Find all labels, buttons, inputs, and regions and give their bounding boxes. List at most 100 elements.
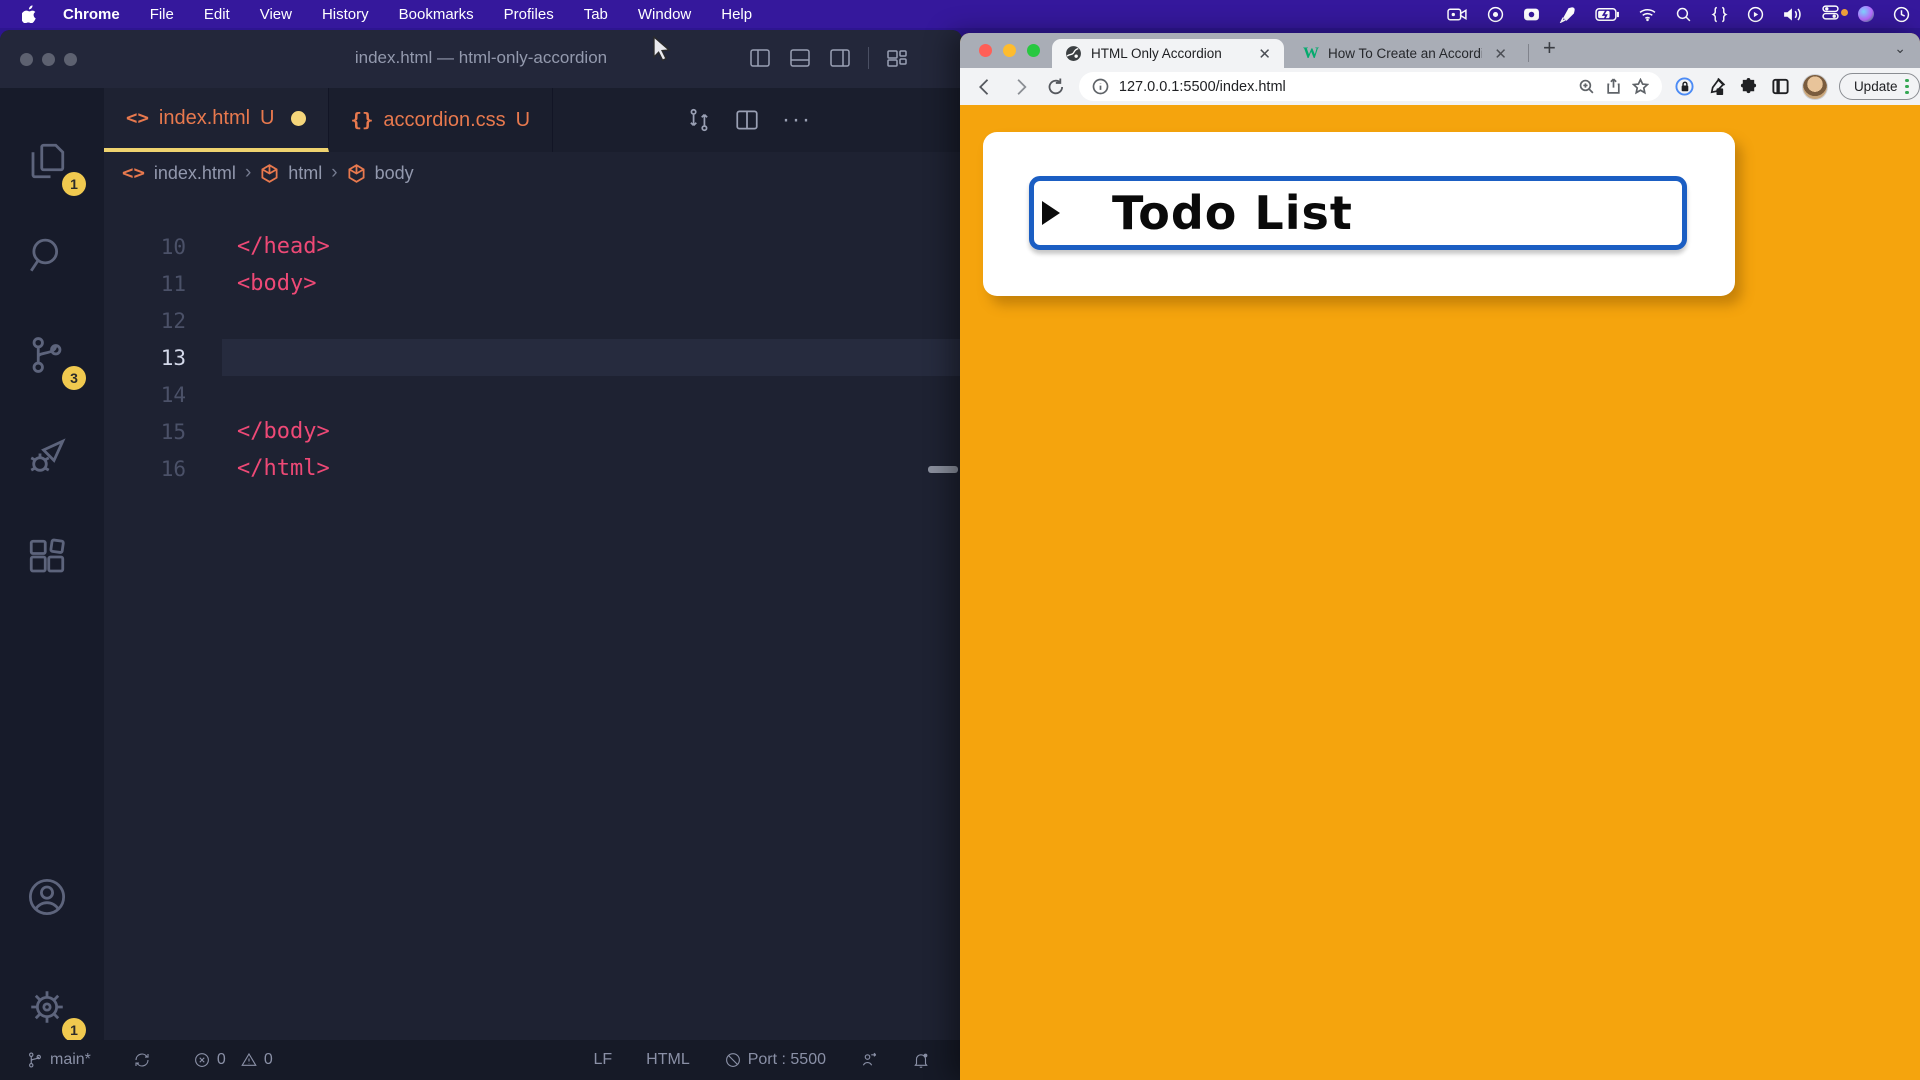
menu-view[interactable]: View [260, 6, 292, 23]
macos-menubar: Chrome File Edit View History Bookmarks … [0, 0, 1920, 28]
address-bar[interactable]: 127.0.0.1:5500/index.html [1079, 72, 1662, 101]
code-line[interactable]: 14 [104, 376, 962, 413]
eol-indicator[interactable]: LF [593, 1051, 612, 1069]
rocket-icon[interactable] [1559, 6, 1576, 23]
editor-sash-handle[interactable] [928, 466, 958, 473]
code-line[interactable]: 11<body> [104, 265, 962, 302]
camcorder-icon[interactable] [1447, 6, 1468, 23]
password-extension-icon[interactable] [1675, 77, 1694, 96]
settings-gear-icon[interactable]: 1 [26, 986, 78, 1038]
accordion-summary[interactable]: Todo List [1029, 176, 1687, 250]
menu-profiles[interactable]: Profiles [504, 6, 554, 23]
menu-chrome[interactable]: Chrome [63, 6, 120, 23]
toggle-panel-icon[interactable] [788, 46, 812, 70]
minimize-window-button[interactable] [1003, 44, 1016, 57]
language-mode[interactable]: HTML [646, 1051, 690, 1069]
close-tab-icon[interactable]: ✕ [1491, 45, 1510, 63]
extensions-icon[interactable] [26, 536, 78, 588]
breadcrumb-separator: › [331, 162, 337, 184]
profile-avatar[interactable] [1802, 74, 1828, 100]
menu-file[interactable]: File [150, 6, 174, 23]
new-tab-button[interactable]: + [1543, 35, 1556, 61]
code-line-active[interactable]: 13 [104, 339, 962, 376]
html-file-icon: <> [126, 107, 149, 129]
code-line[interactable]: 10</head> [104, 228, 962, 265]
forward-icon[interactable] [1010, 76, 1032, 98]
apple-menu-icon[interactable] [22, 5, 37, 23]
explorer-icon[interactable]: 1 [26, 140, 78, 192]
siri-icon[interactable] [1858, 6, 1874, 22]
menu-tab[interactable]: Tab [584, 6, 608, 23]
breadcrumb: <> index.html › html › body [104, 152, 962, 194]
braces-icon[interactable] [1711, 6, 1728, 23]
run-debug-icon[interactable] [26, 436, 78, 488]
wifi-icon[interactable] [1639, 6, 1656, 23]
customize-layout-icon[interactable] [885, 46, 909, 70]
site-info-icon[interactable] [1092, 78, 1109, 95]
breadcrumb-file[interactable]: index.html [154, 163, 236, 184]
menu-history[interactable]: History [322, 6, 369, 23]
zoom-icon[interactable] [1578, 78, 1595, 95]
record-icon[interactable] [1487, 6, 1504, 23]
live-server-port[interactable]: Port : 5500 [724, 1051, 826, 1069]
menu-window[interactable]: Window [638, 6, 691, 23]
browser-tab-active[interactable]: HTML Only Accordion ✕ [1052, 39, 1284, 68]
globe-favicon [1065, 45, 1082, 62]
extensions-puzzle-icon[interactable] [1739, 77, 1758, 96]
control-center-icon[interactable] [1822, 4, 1839, 25]
eyedropper-extension-icon[interactable] [1707, 77, 1726, 96]
open-changes-icon[interactable] [686, 107, 712, 133]
browser-tab-w3schools[interactable]: W How To Create an Accordion ✕ [1290, 39, 1520, 68]
reload-icon[interactable] [1045, 76, 1067, 98]
side-panel-icon[interactable] [1771, 77, 1790, 96]
update-chrome-button[interactable]: Update [1839, 73, 1920, 100]
menu-bookmarks[interactable]: Bookmarks [399, 6, 474, 23]
back-icon[interactable] [974, 76, 996, 98]
code-line[interactable]: 12 [104, 302, 962, 339]
live-share-status[interactable] [860, 1051, 878, 1069]
menu-edit[interactable]: Edit [204, 6, 230, 23]
update-label: Update [1854, 79, 1898, 94]
explorer-badge: 1 [62, 172, 86, 196]
search-icon[interactable] [26, 234, 78, 286]
notifications-status[interactable] [912, 1051, 930, 1069]
source-control-icon[interactable]: 3 [26, 334, 78, 386]
editor-tab-accordion-css[interactable]: {} accordion.css U [329, 88, 554, 152]
toggle-sidebar-icon[interactable] [748, 46, 772, 70]
code-line[interactable]: 16</html> [104, 450, 962, 487]
vscode-titlebar[interactable]: index.html — html-only-accordion [0, 30, 962, 88]
tab-search-chevron-icon[interactable]: ⌄ [1894, 40, 1906, 57]
unsaved-dot-icon[interactable] [291, 111, 306, 126]
account-icon[interactable] [26, 876, 78, 928]
close-window-button[interactable] [979, 44, 992, 57]
git-branch-icon [26, 1051, 44, 1069]
url-text[interactable]: 127.0.0.1:5500/index.html [1119, 79, 1568, 95]
tab-label: index.html [159, 107, 250, 130]
problems-status[interactable]: 0 0 [193, 1051, 273, 1069]
sync-status[interactable] [133, 1051, 151, 1069]
close-tab-icon[interactable]: ✕ [1255, 45, 1274, 63]
git-branch-status[interactable]: main* [26, 1051, 91, 1069]
error-count: 0 [217, 1051, 226, 1069]
breadcrumb-node-html[interactable]: html [288, 163, 322, 184]
css-file-icon: {} [351, 109, 374, 131]
maximize-window-button[interactable] [1027, 44, 1040, 57]
breadcrumb-node-body[interactable]: body [375, 163, 414, 184]
code-editor[interactable]: 10</head> 11<body> 12 13 14 15</body> 16… [104, 194, 962, 1040]
battery-icon[interactable] [1595, 6, 1620, 23]
toggle-secondary-sidebar-icon[interactable] [828, 46, 852, 70]
menu-help[interactable]: Help [721, 6, 752, 23]
spotlight-search-icon[interactable] [1675, 6, 1692, 23]
bookmark-star-icon[interactable] [1632, 78, 1649, 95]
share-icon[interactable] [1605, 78, 1622, 95]
volume-icon[interactable] [1783, 6, 1803, 23]
vscode-status-bar: main* 0 0 LF HTML Port : [0, 1040, 962, 1080]
play-circle-icon[interactable] [1747, 6, 1764, 23]
split-editor-icon[interactable] [734, 107, 760, 133]
camera-icon[interactable] [1523, 6, 1540, 23]
port-label: Port : 5500 [748, 1051, 826, 1069]
clock-icon[interactable] [1893, 6, 1910, 23]
editor-tab-index-html[interactable]: <> index.html U [104, 88, 329, 152]
code-line[interactable]: 15</body> [104, 413, 962, 450]
more-actions-icon[interactable]: ··· [782, 106, 812, 134]
